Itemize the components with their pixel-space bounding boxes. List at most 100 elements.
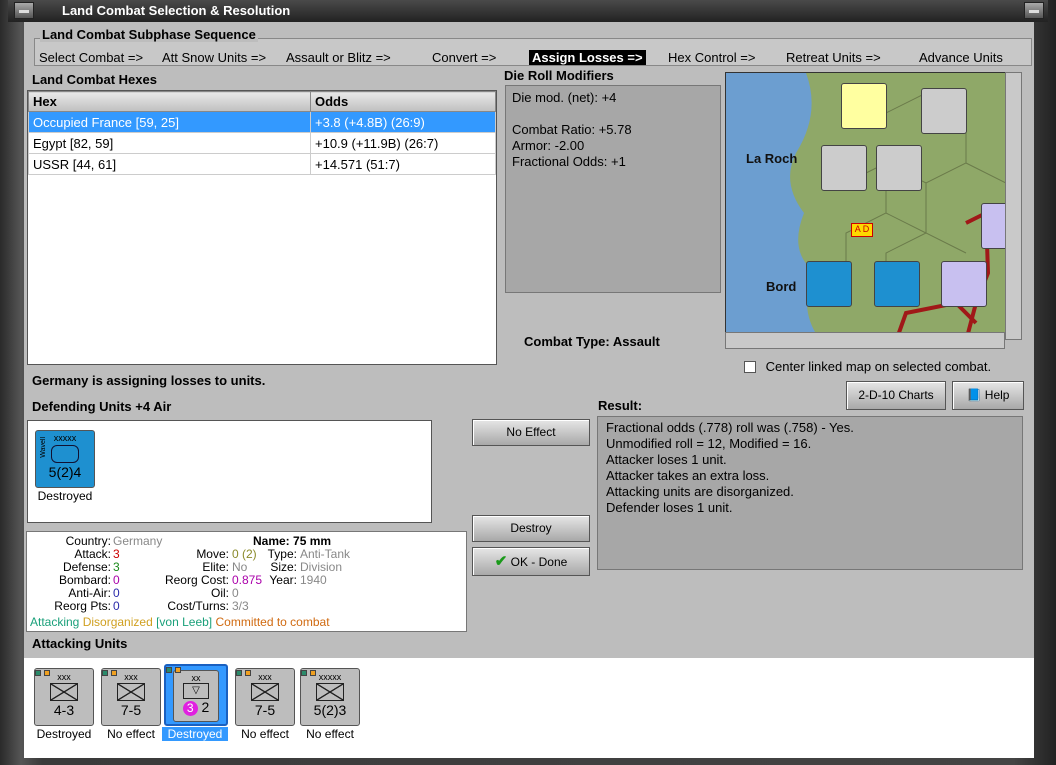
charts-button[interactable]: 2-D-10 Charts	[846, 381, 946, 410]
costturns-label: Cost/Turns:	[167, 599, 229, 613]
table-row[interactable]: Occupied France [59, 25] +3.8 (+4.8B) (2…	[28, 111, 496, 133]
unit-strength: 7-5	[254, 702, 276, 718]
result-line: Attacker loses 1 unit.	[606, 452, 727, 467]
name-value: 75 mm	[293, 534, 332, 548]
help-button[interactable]: 📘 Help	[952, 381, 1024, 410]
result-line: Attacking units are disorganized.	[606, 484, 794, 499]
name-label: Name:	[253, 534, 290, 548]
defending-title: Defending Units +4 Air	[32, 399, 172, 414]
unit-strength: 7-5	[120, 702, 142, 718]
unit-strength: 5(2)4	[48, 464, 82, 480]
attacking-unit-xl-mech[interactable]: xxx 7-5	[101, 668, 161, 726]
unit-status-selected: Destroyed	[162, 727, 228, 741]
reorgpts-label: Reorg Pts:	[54, 599, 111, 613]
subphase-title: Land Combat Subphase Sequence	[40, 27, 258, 42]
defending-unit-wavell[interactable]: xxxxx Wavell 5(2)4	[35, 430, 95, 488]
ok-done-label: OK - Done	[510, 555, 568, 569]
step-advance-units[interactable]: Advance Units	[919, 50, 1003, 65]
ok-done-button[interactable]: ✔ OK - Done	[472, 547, 590, 576]
result-line: Attacker takes an extra loss.	[606, 468, 770, 483]
attacking-unit-ii-para[interactable]: xxx 4-3	[34, 668, 94, 726]
combat-ratio: Combat Ratio: +5.78	[512, 122, 632, 137]
country-value: Germany	[113, 534, 163, 548]
die-roll-title: Die Roll Modifiers	[504, 68, 614, 83]
defending-units-box: xxxxx Wavell 5(2)4 Destroyed	[27, 420, 432, 523]
map-counter-fighter-2[interactable]	[874, 261, 920, 307]
odds-cell: +3.8 (+4.8B) (26:9)	[310, 111, 496, 133]
info-labels-col2: Move: Elite: Reorg Cost: Oil: Cost/Turns…	[145, 548, 229, 613]
costturns-value: 3/3	[232, 599, 249, 613]
die-roll-box: Die mod. (net): +4 Combat Ratio: +5.78 A…	[505, 85, 721, 293]
armor-mod: Armor: -2.00	[512, 138, 585, 153]
combat-marker-icon[interactable]: A D	[851, 223, 873, 237]
table-row[interactable]: USSR [44, 61] +14.571 (51:7)	[28, 153, 496, 175]
table-row[interactable]: Egypt [82, 59] +10.9 (+11.9B) (26:7)	[28, 132, 496, 154]
step-assign-losses[interactable]: Assign Losses =>	[529, 50, 646, 65]
unit-strength: 3 2	[174, 699, 218, 716]
result-box: Fractional odds (.778) roll was (.758) -…	[597, 416, 1023, 570]
center-map-option[interactable]: Center linked map on selected combat.	[744, 359, 991, 374]
title-bar: ▬ Land Combat Selection & Resolution ▬	[8, 0, 1048, 22]
result-title: Result:	[598, 398, 643, 413]
combat-type-value: Assault	[612, 334, 660, 349]
die-mod-net: Die mod. (net): +4	[512, 90, 617, 105]
map-counter-allied[interactable]	[941, 261, 987, 307]
result-line: Unmodified roll = 12, Modified = 16.	[606, 436, 812, 451]
year-value: 1940	[300, 573, 327, 587]
unit-status-line: Attacking Disorganized [von Leeb] Commit…	[30, 616, 330, 629]
step-convert[interactable]: Convert =>	[432, 50, 496, 65]
linked-map[interactable]: La Roch Bord A D	[725, 72, 1022, 340]
step-hex-control[interactable]: Hex Control =>	[668, 50, 755, 65]
attacking-title: Attacking Units	[32, 636, 128, 651]
combat-type-label: Combat Type:	[524, 334, 610, 349]
col-hex[interactable]: Hex	[28, 91, 311, 112]
center-map-checkbox[interactable]	[744, 361, 756, 373]
map-counter-fighter[interactable]	[806, 261, 852, 307]
antitank-symbol-icon: ▽	[183, 683, 209, 699]
unit-name: Wavell	[40, 437, 47, 458]
info-labels-col1: Country: Attack: Defense: Bombard: Anti-…	[27, 535, 111, 613]
result-line: Fractional odds (.778) roll was (.758) -…	[606, 420, 854, 435]
system-menu-icon[interactable]: ▬	[14, 2, 34, 19]
attacking-unit-xxvii-mot[interactable]: xxx 7-5	[235, 668, 295, 726]
map-counter-hq[interactable]	[921, 88, 967, 134]
attacking-units-bar: xxx 4-3 Destroyed xxx 7-5 No effect xx ▽…	[24, 658, 1034, 758]
map-horizontal-scrollbar[interactable]	[725, 332, 1005, 349]
unit-strength: 4-3	[53, 702, 75, 718]
map-vertical-scrollbar[interactable]	[1005, 72, 1022, 340]
status-text: Germany is assigning losses to units.	[32, 373, 266, 388]
map-counter-air[interactable]	[841, 83, 887, 129]
odds-cell: +14.571 (51:7)	[310, 153, 496, 175]
info-labels-col3: Type: Size: Year:	[263, 548, 297, 587]
step-att-snow-units[interactable]: Att Snow Units =>	[162, 50, 266, 65]
result-line: Defender loses 1 unit.	[606, 500, 733, 515]
step-assault-or-blitz[interactable]: Assault or Blitz =>	[286, 50, 391, 65]
status-hq: [von Leeb]	[156, 615, 213, 629]
hex-cell: USSR [44, 61]	[28, 153, 311, 175]
window-title: Land Combat Selection & Resolution	[62, 3, 291, 18]
map-counter-infantry[interactable]	[821, 145, 867, 191]
col-odds[interactable]: Odds	[310, 91, 496, 112]
unit-info-box: Country: Attack: Defense: Bombard: Anti-…	[26, 531, 467, 632]
unit-status: Destroyed	[36, 727, 92, 741]
attacking-unit-von-leeb[interactable]: xxxxx 5(2)3	[300, 668, 360, 726]
status-disorganized: Disorganized	[82, 615, 153, 629]
status-committed: Committed to combat	[215, 615, 330, 629]
odds-cell: +10.9 (+11.9B) (26:7)	[310, 132, 496, 154]
help-label: Help	[984, 388, 1010, 402]
checkmark-icon: ✔	[494, 553, 508, 570]
unit-status: No effect	[306, 727, 354, 741]
fractional-odds: Fractional Odds: +1	[512, 154, 626, 169]
no-effect-button[interactable]: No Effect	[472, 419, 590, 446]
step-select-combat[interactable]: Select Combat =>	[39, 50, 143, 65]
window-frame: ▬ Land Combat Selection & Resolution ▬ L…	[0, 0, 1056, 765]
attacking-unit-75mm[interactable]: xx ▽ 3 2	[164, 664, 228, 726]
combat-type: Combat Type: Assault	[524, 334, 660, 349]
close-icon[interactable]: ▬	[1024, 2, 1044, 19]
map-label-bord: Bord	[766, 279, 797, 294]
step-retreat-units[interactable]: Retreat Units =>	[786, 50, 881, 65]
map-counter-army[interactable]	[876, 145, 922, 191]
destroy-button[interactable]: Destroy	[472, 515, 590, 542]
mech-symbol-icon	[117, 683, 145, 701]
hexes-title: Land Combat Hexes	[32, 72, 157, 87]
